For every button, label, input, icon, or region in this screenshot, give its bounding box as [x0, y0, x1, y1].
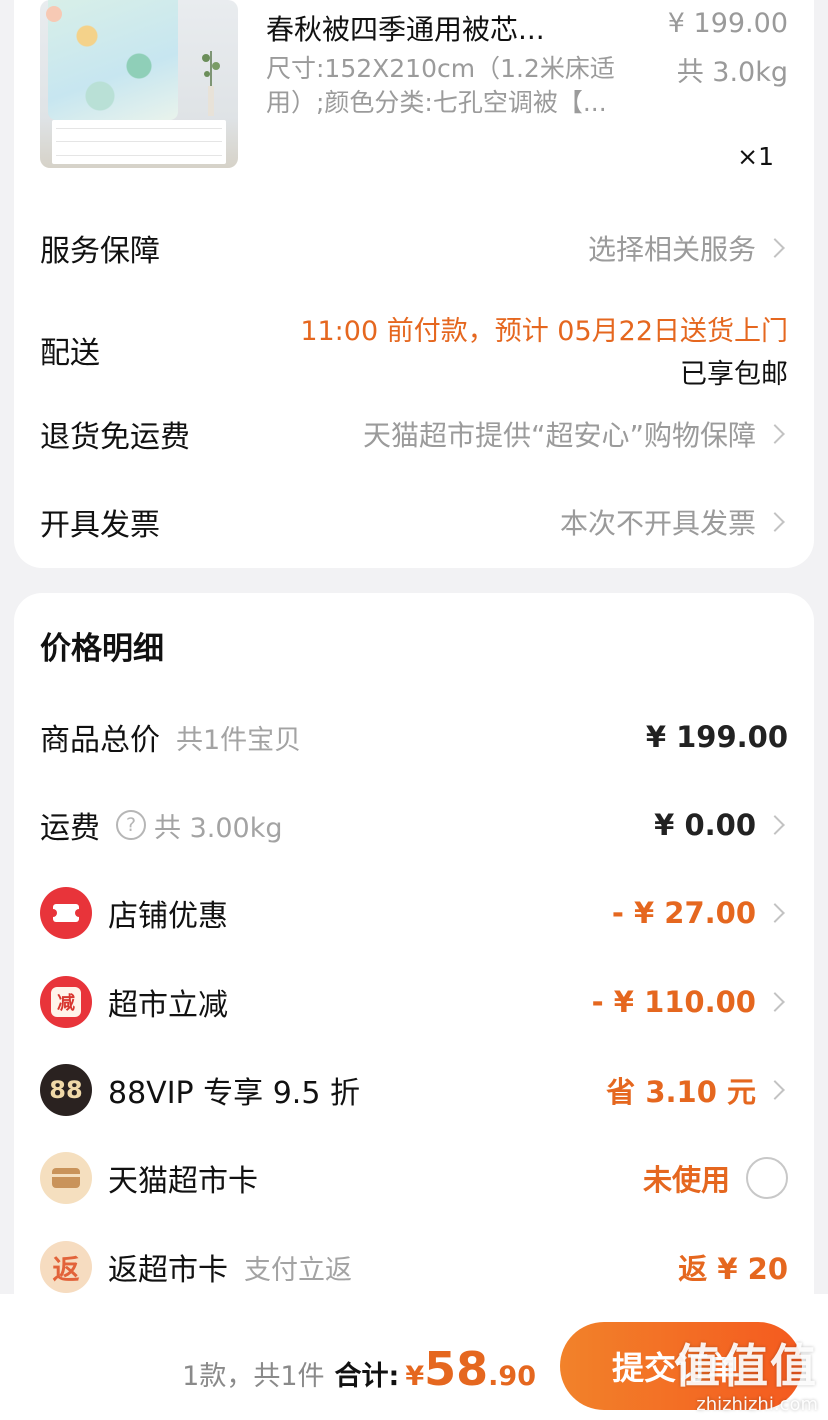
88vip-icon: 88	[40, 1064, 92, 1116]
delivery-label: 配送	[40, 336, 100, 371]
return-card-row: 返 返超市卡 支付立返 返 ¥ 20	[40, 1237, 788, 1297]
price-detail-card: 价格明细 商品总价 共1件宝贝 ¥ 199.00 运费 ? 共 3.00kg ¥…	[14, 593, 814, 1353]
goods-total-label: 商品总价	[40, 723, 160, 758]
shipping-value: ¥ 0.00	[654, 808, 756, 842]
return-card-label: 返超市卡	[108, 1253, 228, 1288]
watermark: 值值值 zhizhizhi.com	[674, 1330, 818, 1415]
product-price: ¥ 199.00	[667, 8, 788, 39]
service-row[interactable]: 服务保障 选择相关服务	[40, 218, 788, 278]
shipping-row[interactable]: 运费 ? 共 3.00kg ¥ 0.00	[40, 795, 788, 855]
help-icon[interactable]: ?	[116, 810, 146, 840]
product-thumbnail[interactable]	[40, 0, 238, 168]
total-currency: ¥	[405, 1361, 425, 1392]
service-value: 选择相关服务	[587, 233, 756, 266]
service-label: 服务保障	[40, 234, 160, 269]
market-card-status: 未使用	[642, 1163, 730, 1197]
goods-count: 共1件宝贝	[176, 724, 302, 756]
return-card-value: 返 ¥ 20	[678, 1252, 788, 1286]
product-spec[interactable]: 尺寸:152X210cm（1.2米床适用）;颜色分类:七孔空调被【...	[266, 52, 646, 120]
invoice-row[interactable]: 开具发票 本次不开具发票	[40, 492, 788, 552]
vip-row[interactable]: 88 88VIP 专享 9.5 折 省 3.10 元	[40, 1060, 788, 1120]
coupon-icon	[40, 887, 92, 939]
goods-total-value: ¥ 199.00	[645, 720, 788, 754]
plant-decoration-icon	[202, 51, 220, 116]
shipping-weight: 共 3.00kg	[154, 812, 283, 844]
quilt-image	[48, 0, 178, 120]
return-card-sub: 支付立返	[244, 1254, 352, 1286]
return-icon: 返	[40, 1241, 92, 1293]
watermark-logo: 值值值	[674, 1339, 818, 1393]
product-quantity: ×1	[737, 142, 774, 171]
chevron-right-icon	[765, 1080, 785, 1100]
store-discount-label: 店铺优惠	[108, 899, 228, 934]
chevron-right-icon	[765, 992, 785, 1012]
chevron-right-icon	[765, 424, 785, 444]
total-label: 合计:	[334, 1361, 400, 1392]
invoice-value: 本次不开具发票	[559, 507, 756, 540]
delivery-row[interactable]: 配送 11:00 前付款，预计 05月22日送货上门 已享包邮	[40, 310, 788, 390]
product-title[interactable]: 春秋被四季通用被芯...	[266, 8, 596, 48]
chevron-right-icon	[765, 238, 785, 258]
chevron-right-icon	[765, 815, 785, 835]
return-row[interactable]: 退货免运费 天猫超市提供“超安心”购物保障	[40, 404, 788, 464]
market-discount-label: 超市立减	[108, 988, 228, 1023]
market-discount-value: - ¥ 110.00	[591, 985, 756, 1019]
vip-saving: 省 3.10 元	[606, 1075, 756, 1109]
price-detail-title: 价格明细	[40, 631, 164, 667]
delivery-estimate: 11:00 前付款，预计 05月22日送货上门	[300, 316, 788, 347]
market-discount-row[interactable]: 减 超市立减 - ¥ 110.00	[40, 972, 788, 1032]
shipping-label: 运费	[40, 811, 100, 846]
size-table-image	[52, 120, 226, 164]
order-summary: 1款，共1件 合计: ¥ 58 .90	[182, 1342, 536, 1396]
market-card-radio[interactable]	[746, 1157, 788, 1199]
return-value: 天猫超市提供“超安心”购物保障	[362, 419, 756, 452]
item-count: 1款，共1件	[182, 1361, 325, 1392]
total-integer: 58	[424, 1342, 489, 1396]
product-weight: 共 3.0kg	[676, 57, 788, 88]
return-label: 退货免运费	[40, 420, 190, 455]
vip-label: 88VIP 专享 9.5 折	[108, 1076, 360, 1111]
total-decimal: .90	[488, 1361, 536, 1392]
store-discount-row[interactable]: 店铺优惠 - ¥ 27.00	[40, 883, 788, 943]
chevron-right-icon	[765, 903, 785, 923]
market-card-row[interactable]: 天猫超市卡 未使用	[40, 1148, 788, 1208]
goods-total-row: 商品总价 共1件宝贝 ¥ 199.00	[40, 707, 788, 767]
free-shipping-text: 已享包邮	[680, 359, 788, 390]
order-card: 春秋被四季通用被芯... 尺寸:152X210cm（1.2米床适用）;颜色分类:…	[14, 0, 814, 568]
invoice-label: 开具发票	[40, 508, 160, 543]
chevron-right-icon	[765, 512, 785, 532]
watermark-url: zhizhizhi.com	[696, 1394, 818, 1415]
card-icon	[40, 1152, 92, 1204]
brand-badge-icon	[46, 6, 62, 22]
reduction-icon: 减	[40, 976, 92, 1028]
market-card-label: 天猫超市卡	[108, 1164, 258, 1199]
store-discount-value: - ¥ 27.00	[611, 896, 756, 930]
